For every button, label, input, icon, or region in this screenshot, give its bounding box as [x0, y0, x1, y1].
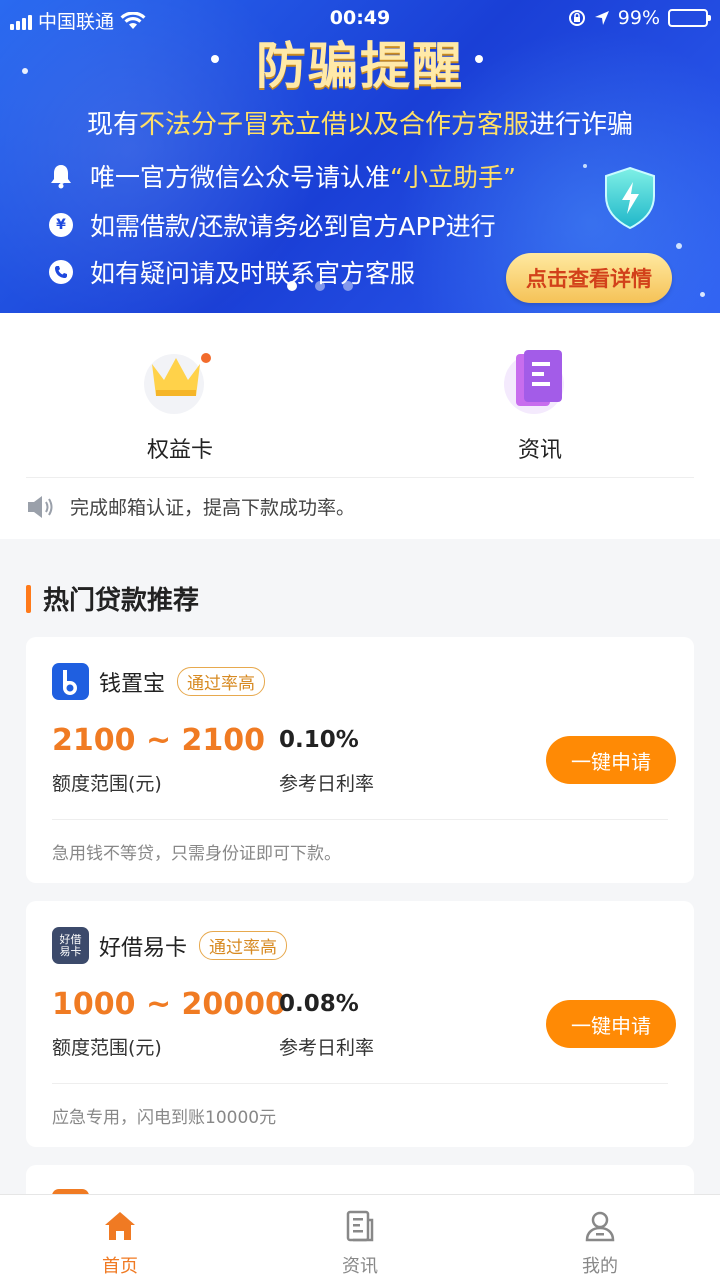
- pager-dot: [315, 281, 325, 291]
- daily-rate-label: 参考日利率: [279, 1037, 375, 1059]
- profile-icon: [585, 1211, 615, 1242]
- battery-icon: [668, 9, 711, 27]
- bell-icon: [48, 163, 74, 189]
- pass-rate-badge: 通过率高: [199, 931, 288, 960]
- home-icon: [105, 1212, 135, 1240]
- quick-label-news: 资讯: [517, 438, 562, 463]
- battery-percent: 99%: [617, 7, 660, 29]
- amount-range: 2100 ~ 2100: [52, 723, 266, 758]
- loan-description: 急用钱不等贷，只需身份证即可下款。: [52, 844, 341, 864]
- daily-rate: 0.10%: [279, 727, 359, 753]
- lender-name: 好借易卡: [99, 935, 188, 961]
- quick-item-news[interactable]: 资讯: [450, 338, 630, 464]
- lender-logo-icon: [52, 663, 89, 700]
- tab-label-home: 首页: [102, 1256, 138, 1277]
- apply-button[interactable]: 一键申请: [546, 736, 676, 784]
- amount-range: 1000 ~ 20000: [52, 987, 286, 1022]
- banner-pager: [0, 281, 720, 291]
- bottom-tab-bar: 首页 资讯 我的: [0, 1194, 720, 1280]
- decor-dot: [676, 243, 682, 249]
- decor-dot: [583, 164, 587, 168]
- tab-home[interactable]: 首页: [0, 1195, 240, 1280]
- amount-range-label: 额度范围(元): [52, 773, 162, 795]
- rotation-lock-icon: [568, 10, 585, 26]
- divider: [26, 477, 694, 478]
- lender-name: 钱置宝: [99, 671, 166, 697]
- daily-rate-label: 参考日利率: [279, 773, 375, 795]
- tab-news[interactable]: 资讯: [240, 1195, 480, 1280]
- loan-card[interactable]: 钱置宝 通过率高 2100 ~ 2100 额度范围(元) 0.10% 参考日利率…: [26, 637, 694, 883]
- speaker-icon: [28, 495, 53, 518]
- pager-dot: [287, 281, 297, 291]
- quick-item-benefit-card[interactable]: 权益卡: [90, 338, 270, 464]
- section-title: 热门贷款推荐: [26, 580, 199, 617]
- shield-icon: [605, 166, 655, 230]
- banner-warning-line: 现有不法分子冒充立借以及合作方客服进行诈骗: [86, 110, 634, 140]
- tab-label-news: 资讯: [342, 1256, 378, 1277]
- banner-item-loan: ¥ 如需借款/还款请务必到官方APP进行: [48, 207, 496, 243]
- notice-text: 完成邮箱认证，提高下款成功率。: [70, 497, 356, 519]
- loan-description: 应急专用，闪电到账10000元: [52, 1108, 277, 1128]
- anti-fraud-banner[interactable]: 中国联通 00:49 99% 防骗提醒 现有不法分子冒充立借以及合作方客服进行诈…: [0, 0, 720, 313]
- decor-dot: [700, 292, 705, 297]
- divider: [52, 819, 668, 820]
- notice-bar: 完成邮箱认证，提高下款成功率。: [26, 493, 355, 520]
- yen-icon: ¥: [49, 213, 73, 237]
- divider: [52, 1083, 668, 1084]
- amount-range-label: 额度范围(元): [52, 1037, 162, 1059]
- tab-profile[interactable]: 我的: [480, 1195, 720, 1280]
- view-details-button[interactable]: 点击查看详情: [506, 253, 672, 303]
- location-arrow-icon: [594, 11, 609, 25]
- crown-icon: [144, 353, 211, 414]
- pager-dot: [343, 281, 353, 291]
- tab-label-profile: 我的: [582, 1256, 618, 1277]
- quick-label-benefit-card: 权益卡: [146, 438, 213, 463]
- daily-rate: 0.08%: [279, 991, 359, 1017]
- loan-card[interactable]: 好借易卡 好借易卡 通过率高 1000 ~ 20000 额度范围(元) 0.08…: [26, 901, 694, 1147]
- section-accent-bar: [26, 584, 31, 613]
- lender-logo-icon: 好借易卡: [52, 927, 89, 964]
- news-icon: [346, 1210, 374, 1242]
- banner-item-wechat: 唯一官方微信公众号请认准“小立助手”: [48, 158, 516, 194]
- pass-rate-badge: 通过率高: [177, 667, 266, 696]
- apply-button[interactable]: 一键申请: [546, 1000, 676, 1048]
- status-bar: 中国联通 00:49 99%: [0, 0, 720, 38]
- quick-menu-section: 权益卡 资讯 完成邮箱认证，提高下款成功率。: [0, 313, 720, 539]
- document-icon: [504, 350, 564, 414]
